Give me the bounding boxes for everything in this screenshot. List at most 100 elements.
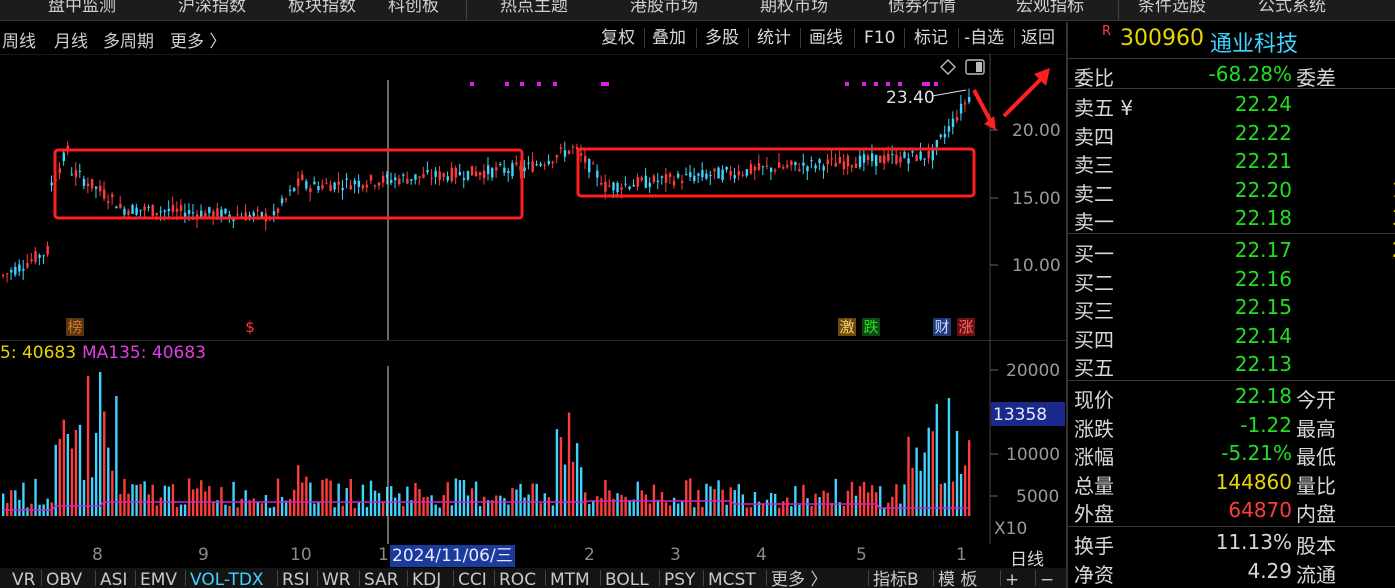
volume-bar <box>555 429 559 516</box>
indicator-tab[interactable]: CCI <box>458 568 487 588</box>
volume-bar <box>171 484 175 516</box>
candle-body <box>943 133 947 138</box>
stat-0-value: 22.18 <box>1234 384 1292 408</box>
multi-stock-button[interactable]: 多股 <box>705 25 739 51</box>
date-tick: 3 <box>670 545 681 565</box>
indicator-tab-divider <box>317 570 318 586</box>
menu-item-intraday-monitor[interactable]: 盘中监测 <box>48 0 116 16</box>
candle-body <box>798 169 801 172</box>
buy-level-1: 买一22.172 <box>1072 236 1395 266</box>
candle-body <box>717 167 720 179</box>
badge-fall[interactable]: 跌 <box>862 318 880 336</box>
candle-body <box>482 170 486 179</box>
indicator-tab[interactable]: 更多 〉 <box>771 568 827 588</box>
indicator-tab[interactable]: 模 板 <box>938 568 977 588</box>
volume-chart[interactable]: 5: 40683 MA135: 40683 20000 10000 5000 1… <box>0 340 1066 544</box>
badge-dollar[interactable]: $ <box>241 318 259 336</box>
stat2-1: 净资 4.29 流通 <box>1072 557 1395 587</box>
indicator-tab[interactable]: MCST <box>708 568 756 588</box>
indicator-tab[interactable]: VOL-TDX <box>190 568 264 588</box>
price-kline-chart[interactable]: 20.00 15.00 10.00 23.40 <box>0 54 1066 340</box>
candle-body <box>147 206 150 209</box>
volume-bar <box>256 502 260 516</box>
volume-bar <box>86 376 90 516</box>
badge-billboard[interactable]: 榜 <box>66 318 84 336</box>
menu-item-star-market[interactable]: 科创板 <box>388 0 439 16</box>
volume-bar <box>713 489 716 516</box>
indicator-tab[interactable]: VR <box>12 568 35 588</box>
period-multi[interactable]: 多周期 <box>103 27 154 52</box>
menu-item-sector-index[interactable]: 板块指数 <box>288 0 356 16</box>
volume-bar <box>943 482 947 516</box>
badge-finance[interactable]: 财 <box>933 318 951 336</box>
indicator-tab[interactable]: + <box>1005 568 1019 588</box>
sell-level-3-label: 卖三 <box>1074 153 1114 177</box>
period-unit-button[interactable]: 日线 <box>1010 545 1044 570</box>
menu-item-hk-market[interactable]: 港股市场 <box>630 0 698 16</box>
stock-code[interactable]: 300960 <box>1120 26 1204 51</box>
volume-bar <box>931 431 934 516</box>
candle-body <box>911 151 914 153</box>
candle-body <box>664 174 668 183</box>
stock-name[interactable]: 通业科技 <box>1210 26 1298 58</box>
toolbar-divider <box>644 28 645 48</box>
f10-button[interactable]: F10 <box>864 25 895 51</box>
statistics-button[interactable]: 统计 <box>757 25 791 51</box>
remove-watchlist-button[interactable]: -自选 <box>964 25 1004 51</box>
back-button[interactable]: 返回 <box>1021 25 1055 51</box>
candle-body <box>46 245 49 255</box>
indicator-tab[interactable]: SAR <box>364 568 399 588</box>
buy-level-1-value: 22.17 <box>1234 238 1292 262</box>
volume-bar <box>82 479 86 516</box>
volume-bar <box>919 470 922 516</box>
indicator-tab[interactable]: 指标B <box>873 568 919 588</box>
stat2-0-value: 11.13% <box>1215 530 1292 554</box>
indicator-tab[interactable]: MTM <box>550 568 590 588</box>
period-weekly[interactable]: 周线 <box>2 27 36 52</box>
indicator-tab[interactable]: PSY <box>664 568 695 588</box>
overlay-button[interactable]: 叠加 <box>652 25 686 51</box>
diamond-icon[interactable] <box>940 59 956 75</box>
candle-body <box>377 182 381 186</box>
indicator-tab[interactable]: EMV <box>140 568 177 588</box>
indicator-tab[interactable]: KDJ <box>412 568 441 588</box>
candle-body <box>935 140 939 148</box>
volume-bar <box>575 443 579 516</box>
period-more[interactable]: 更多 〉 <box>170 27 226 52</box>
menu-item-bond-quotes[interactable]: 债券行情 <box>888 0 956 16</box>
badge-rise[interactable]: 涨 <box>957 318 975 336</box>
period-monthly[interactable]: 月线 <box>54 27 88 52</box>
volume-bar <box>923 452 926 516</box>
panel-toggle-icon[interactable] <box>965 59 985 75</box>
menu-item-stock-screener[interactable]: 条件选股 <box>1138 0 1206 16</box>
candle-body <box>891 154 894 156</box>
candle-body <box>333 182 336 190</box>
candle-body <box>252 212 255 216</box>
divider <box>1068 233 1395 234</box>
adjust-button[interactable]: 复权 <box>601 25 635 51</box>
mark-button[interactable]: 标记 <box>914 25 948 51</box>
candle-body <box>341 187 344 191</box>
candle-body <box>442 173 445 178</box>
indicator-tab-divider <box>407 570 408 586</box>
menu-item-options-market[interactable]: 期权市场 <box>760 0 828 16</box>
indicator-tab[interactable]: − <box>1040 568 1054 588</box>
ma5-legend: 5: 40683 <box>0 343 76 363</box>
menu-item-formula-system[interactable]: 公式系统 <box>1258 0 1326 16</box>
volume-bar <box>305 476 308 516</box>
indicator-tab[interactable]: BOLL <box>605 568 649 588</box>
stat2-1-label2: 流通 <box>1296 562 1336 587</box>
badge-excite[interactable]: 激 <box>838 318 856 336</box>
indicator-tab[interactable]: WR <box>322 568 351 588</box>
volume-bar <box>632 499 635 516</box>
indicator-tab[interactable]: ROC <box>499 568 536 588</box>
menu-item-macro-indicators[interactable]: 宏观指标 <box>1016 0 1084 16</box>
indicator-tab[interactable]: OBV <box>46 568 82 588</box>
menu-item-hot-topics[interactable]: 热点主题 <box>500 0 568 16</box>
draw-line-button[interactable]: 画线 <box>809 25 843 51</box>
candle-body <box>434 170 437 177</box>
indicator-tab[interactable]: ASI <box>100 568 127 588</box>
indicator-tab[interactable]: RSI <box>282 568 310 588</box>
menu-item-shsz-index[interactable]: 沪深指数 <box>178 0 246 16</box>
candle-body <box>967 97 971 102</box>
